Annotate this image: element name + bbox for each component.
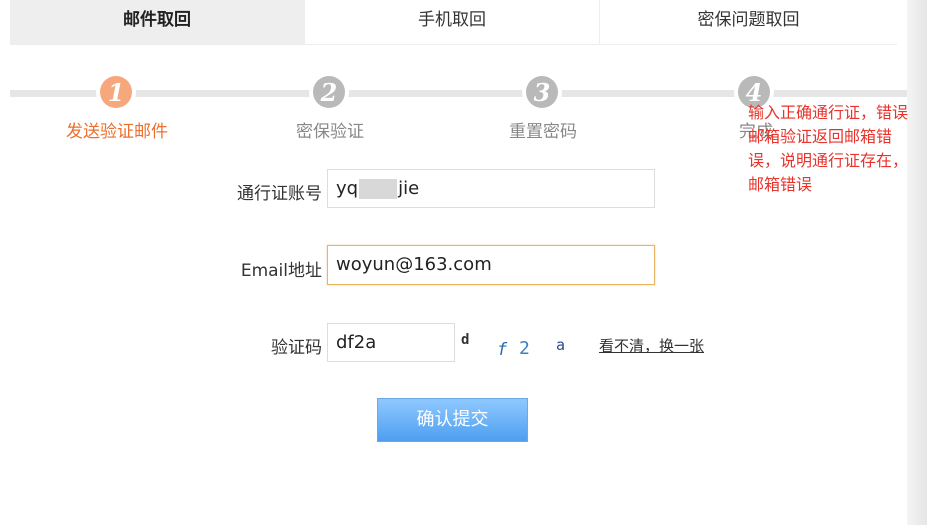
step-3-label: 重置密码 xyxy=(509,122,577,142)
step-2-circle: 2 xyxy=(309,72,349,112)
email-label: Email地址 xyxy=(240,261,322,281)
refresh-captcha-link[interactable]: 看不清，换一张 xyxy=(599,335,704,356)
step-3-circle: 3 xyxy=(522,72,562,112)
tab-security-question-recovery[interactable]: 密保问题取回 xyxy=(600,0,897,44)
tab-email-recovery[interactable]: 邮件取回 xyxy=(10,0,305,44)
captcha-char-2: f xyxy=(497,340,508,360)
email-input[interactable]: woyun@163.com xyxy=(327,245,655,285)
account-value-suffix: jie xyxy=(398,178,420,199)
captcha-char-1: d xyxy=(461,332,470,348)
captcha-input[interactable]: df2a xyxy=(327,323,455,362)
account-value-prefix: yq xyxy=(336,178,359,199)
redaction-mask xyxy=(359,179,398,199)
recovery-method-tabs: 邮件取回 手机取回 密保问题取回 xyxy=(10,0,897,45)
account-input[interactable]: yq jie xyxy=(327,169,655,208)
step-2-label: 密保验证 xyxy=(296,122,364,142)
red-annotation-note: 输入正确通行证，错误邮箱验证返回邮箱错误，说明通行证存在，邮箱错误 xyxy=(748,103,909,194)
step-1-label: 发送验证邮件 xyxy=(66,122,168,142)
captcha-char-4: a xyxy=(556,336,566,354)
tab-phone-recovery[interactable]: 手机取回 xyxy=(305,0,600,44)
submit-button[interactable]: 确认提交 xyxy=(377,398,528,442)
step-1-circle: 1 xyxy=(96,72,136,112)
step-3-number: 3 xyxy=(526,76,558,108)
captcha-label: 验证码 xyxy=(271,338,322,358)
captcha-char-3: 2 xyxy=(519,338,530,359)
captcha-image[interactable]: d f 2 a xyxy=(459,330,581,362)
step-2-number: 2 xyxy=(313,76,345,108)
step-1-number: 1 xyxy=(100,76,132,108)
account-label: 通行证账号 xyxy=(237,184,322,204)
scrollbar-track[interactable] xyxy=(907,0,927,525)
